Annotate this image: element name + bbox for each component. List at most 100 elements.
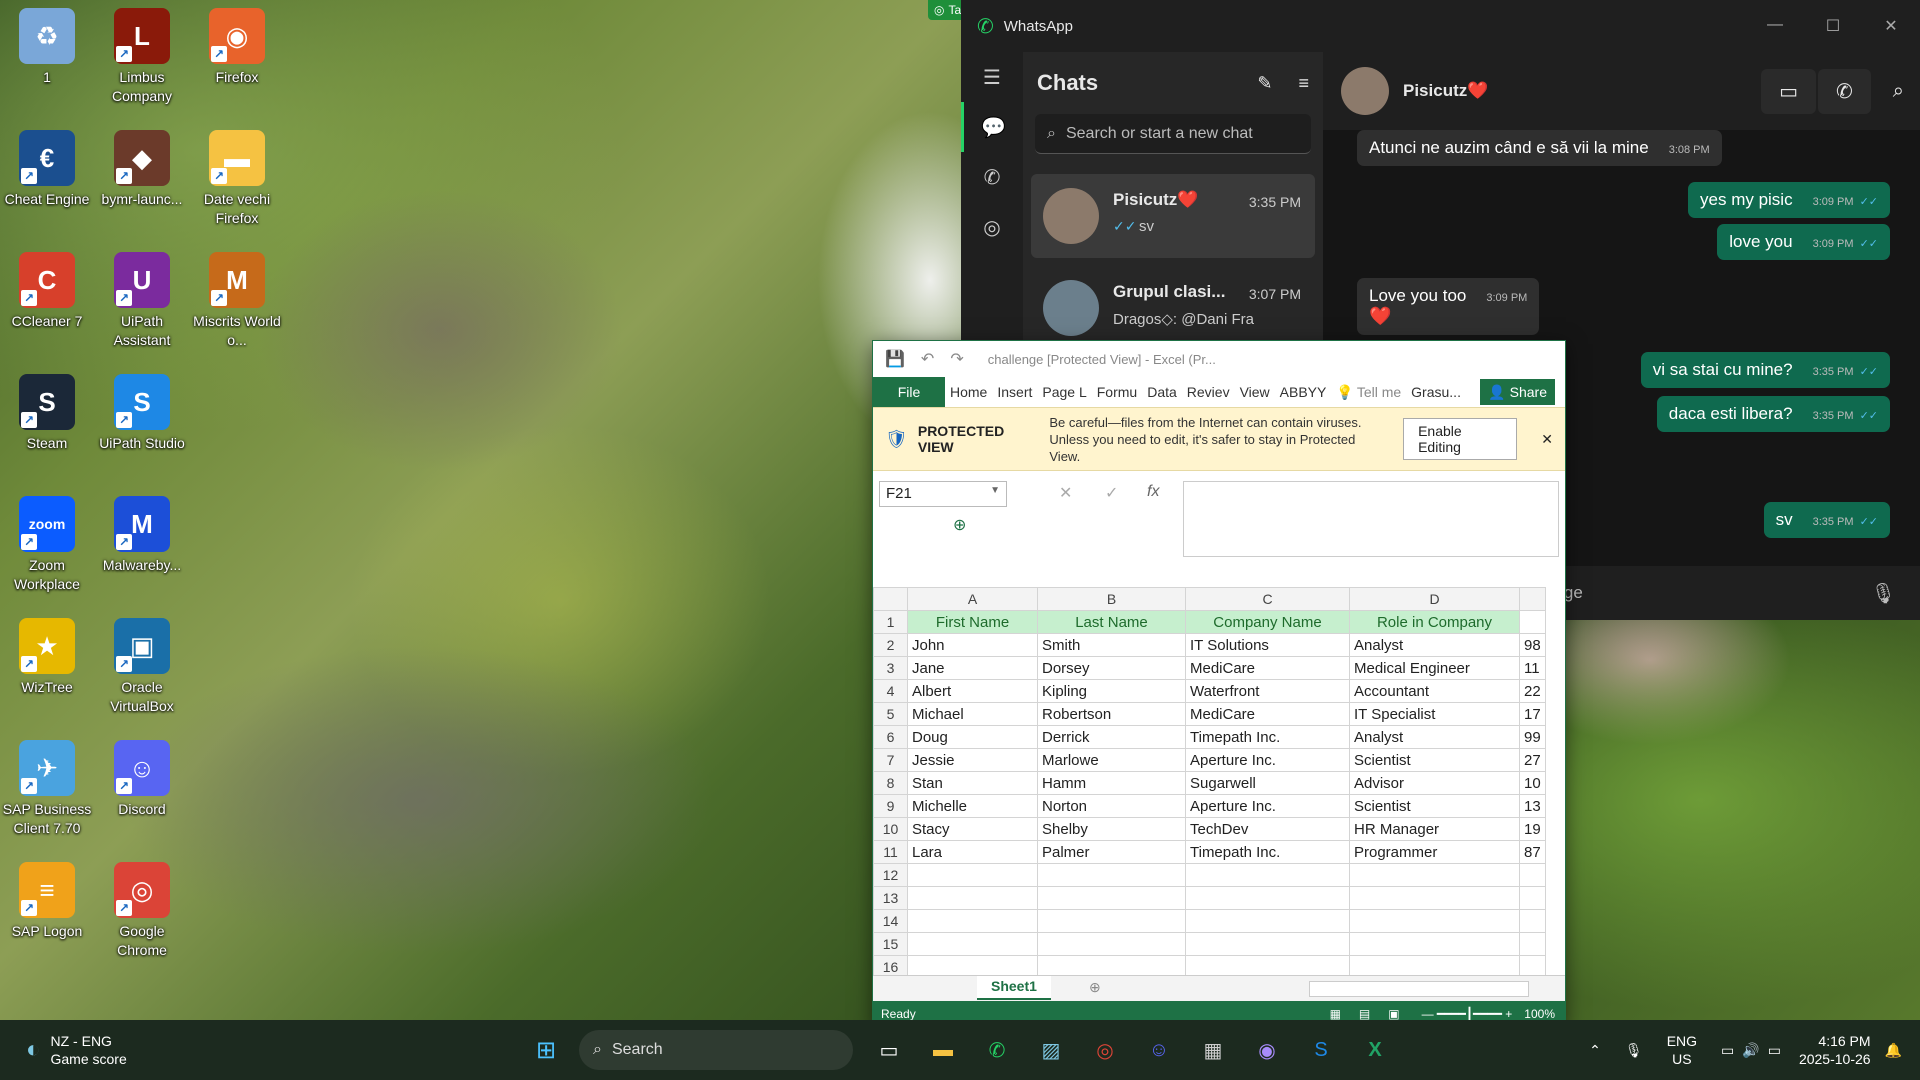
row-header[interactable]: 15	[873, 932, 908, 956]
share-button[interactable]: 👤 Share	[1480, 379, 1555, 405]
cell[interactable]	[1519, 863, 1546, 887]
cell[interactable]: Programmer	[1349, 840, 1520, 864]
cell[interactable]	[1185, 932, 1350, 956]
desktop-icon[interactable]: ◆ ↗ bymr-launc...	[94, 130, 190, 209]
undo-icon[interactable]: ↶	[921, 349, 934, 369]
minimize-button[interactable]: —	[1746, 16, 1804, 36]
tab-insert[interactable]: Insert	[992, 377, 1037, 407]
desktop-icon[interactable]: ≡ ↗ SAP Logon	[0, 862, 95, 941]
normal-view-icon[interactable]: ▦	[1330, 1007, 1341, 1021]
cell[interactable]: Dorsey	[1037, 656, 1186, 680]
maximize-button[interactable]: ☐	[1804, 16, 1862, 36]
excel-icon[interactable]: X	[1355, 1030, 1395, 1070]
cell[interactable]	[907, 909, 1038, 933]
task-view-icon[interactable]: ▭	[869, 1030, 909, 1070]
cell[interactable]	[1037, 863, 1186, 887]
cell[interactable]	[907, 863, 1038, 887]
tell-me-box[interactable]: 💡 Tell me	[1331, 377, 1406, 407]
desktop-icon[interactable]: ▬ ↗ Date vechi Firefox	[189, 130, 285, 228]
cell[interactable]: TechDev	[1185, 817, 1350, 841]
photos-icon[interactable]: ▨	[1031, 1030, 1071, 1070]
cell[interactable]: 11	[1519, 656, 1546, 680]
cell[interactable]	[1519, 886, 1546, 910]
select-all-corner[interactable]	[873, 587, 908, 611]
tab-review[interactable]: Reviev	[1182, 377, 1235, 407]
cell[interactable]	[1037, 886, 1186, 910]
row-header[interactable]: 2	[873, 633, 908, 657]
cell[interactable]: Analyst	[1349, 725, 1520, 749]
name-box[interactable]: F21 ▼	[879, 481, 1007, 507]
row-header[interactable]: 5	[873, 702, 908, 726]
cell[interactable]: Stan	[907, 771, 1038, 795]
cell[interactable]: 17	[1519, 702, 1546, 726]
cell[interactable]: Sugarwell	[1185, 771, 1350, 795]
zoom-level[interactable]: 100%	[1524, 1007, 1555, 1021]
cell[interactable]: Scientist	[1349, 794, 1520, 818]
tab-view[interactable]: View	[1235, 377, 1275, 407]
row-header[interactable]: 7	[873, 748, 908, 772]
cell[interactable]: 22	[1519, 679, 1546, 703]
chat-item-grupul[interactable]: Grupul clasi... 3:07 PM Dragos◇: @Dani F…	[1031, 266, 1315, 346]
desktop-icon[interactable]: S ↗ Steam	[0, 374, 95, 453]
enter-icon[interactable]: ✓	[1105, 483, 1118, 503]
start-button[interactable]: ⊞	[526, 1030, 566, 1070]
cell[interactable]: Advisor	[1349, 771, 1520, 795]
desktop-icon[interactable]: ☺ ↗ Discord	[94, 740, 190, 819]
sheet-tab-sheet1[interactable]: Sheet1	[977, 976, 1051, 1000]
cell[interactable]	[1349, 886, 1520, 910]
menu-icon[interactable]: ☰	[961, 52, 1023, 102]
desktop-icon[interactable]: € ↗ Cheat Engine	[0, 130, 95, 209]
cell[interactable]: Robertson	[1037, 702, 1186, 726]
cell[interactable]: Jane	[907, 656, 1038, 680]
calls-icon[interactable]: ✆	[961, 152, 1023, 202]
desktop-icon[interactable]: ♻ 1	[0, 8, 95, 87]
cell[interactable]: IT Solutions	[1185, 633, 1350, 657]
cell[interactable]: Michael	[907, 702, 1038, 726]
redo-icon[interactable]: ↷	[950, 349, 963, 369]
weather-widget[interactable]: ◐ NZ - ENG Game score	[26, 1032, 326, 1068]
desktop-icon[interactable]: ▣ ↗ Oracle VirtualBox	[94, 618, 190, 716]
search-icon[interactable]: ⌕	[1893, 80, 1904, 103]
desktop-icon[interactable]: ★ ↗ WizTree	[0, 618, 95, 697]
cell[interactable]: First Name	[907, 610, 1038, 634]
enable-editing-button[interactable]: Enable Editing	[1403, 418, 1518, 460]
cancel-icon[interactable]: ✕	[1059, 483, 1072, 503]
page-break-icon[interactable]: ▣	[1388, 1007, 1399, 1021]
add-sheet-icon[interactable]: ⊕	[1089, 979, 1101, 996]
user-name[interactable]: Grasu...	[1406, 377, 1466, 407]
tab-data[interactable]: Data	[1142, 377, 1182, 407]
cell[interactable]: Albert	[907, 679, 1038, 703]
desktop-icon[interactable]: M ↗ Miscrits World o...	[189, 252, 285, 350]
row-header[interactable]: 3	[873, 656, 908, 680]
cell[interactable]	[1349, 932, 1520, 956]
column-header-e[interactable]	[1519, 587, 1546, 611]
spreadsheet-grid[interactable]: A B C D 1 First Name Last Name Company Name…	[873, 587, 1549, 979]
chat-item-pisicutz[interactable]: Pisicutz❤️ 3:35 PM ✓✓ sv	[1031, 174, 1315, 258]
battery-icon[interactable]: ▭	[1768, 1042, 1781, 1059]
whatsapp-icon[interactable]: ✆	[977, 1030, 1017, 1070]
language-indicator[interactable]: ENG US	[1667, 1032, 1697, 1068]
volume-icon[interactable]: 🔊	[1742, 1042, 1759, 1059]
row-header[interactable]: 11	[873, 840, 908, 864]
cell[interactable]: Analyst	[1349, 633, 1520, 657]
formula-input[interactable]	[1183, 481, 1559, 557]
notification-bell-icon[interactable]: 🔔	[1885, 1042, 1902, 1059]
save-icon[interactable]: 💾	[885, 349, 905, 369]
row-header[interactable]: 13	[873, 886, 908, 910]
close-icon[interactable]: ✕	[1541, 431, 1553, 448]
chevron-up-icon[interactable]: ⌃	[1589, 1042, 1601, 1059]
desktop-icon[interactable]: ✈ ↗ SAP Business Client 7.70	[0, 740, 95, 838]
clock[interactable]: 4:16 PM 2025-10-26	[1799, 1032, 1871, 1068]
desktop-icon[interactable]: ◉ ↗ Firefox	[189, 8, 285, 87]
desktop-icon[interactable]: ◎ ↗ Google Chrome	[94, 862, 190, 960]
cell[interactable]: IT Specialist	[1349, 702, 1520, 726]
tab-abbyy[interactable]: ABBYY	[1275, 377, 1332, 407]
cell[interactable]	[1037, 932, 1186, 956]
cell[interactable]	[1037, 909, 1186, 933]
uipath-icon[interactable]: S	[1301, 1030, 1341, 1070]
cell[interactable]	[1185, 909, 1350, 933]
cell[interactable]: MediCare	[1185, 656, 1350, 680]
cell[interactable]: 99	[1519, 725, 1546, 749]
row-header[interactable]: 12	[873, 863, 908, 887]
cell[interactable]	[1519, 909, 1546, 933]
